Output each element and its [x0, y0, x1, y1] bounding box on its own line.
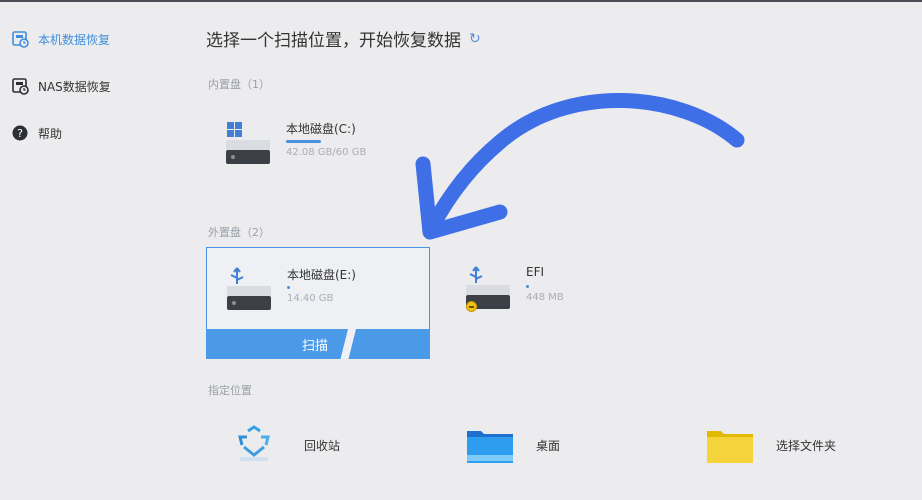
- main-panel: 选择一个扫描位置，开始恢复数据 ↻ 内置盘（1） 本地磁盘(C:) 42.08 …: [190, 2, 922, 500]
- warning-badge-icon: [466, 301, 477, 312]
- drive-name: 本地磁盘(E:): [287, 268, 356, 282]
- svg-text:?: ?: [17, 127, 23, 140]
- desktop-folder-icon: [466, 425, 516, 465]
- section-label-external: 外置盘（2）: [208, 226, 270, 239]
- location-desktop[interactable]: 桌面: [466, 422, 560, 468]
- recycle-bin-icon: [234, 425, 284, 465]
- usb-drive-icon: [227, 264, 271, 310]
- drive-usage-bar: [287, 286, 337, 289]
- drive-efi[interactable]: EFI 448 MB: [446, 247, 670, 331]
- location-recycle-bin[interactable]: 回收站: [234, 422, 340, 468]
- drive-size: 42.08 GB/60 GB: [286, 147, 367, 158]
- usb-drive-icon: [466, 263, 510, 312]
- page-title: 选择一个扫描位置，开始恢复数据 ↻: [206, 30, 481, 52]
- sidebar-item-help[interactable]: ? 帮助: [12, 121, 62, 145]
- sidebar: 本机数据恢复 NAS数据恢复 ? 帮助: [0, 2, 190, 500]
- section-label-location: 指定位置: [208, 384, 252, 397]
- drive-usage-bar: [526, 285, 576, 288]
- folder-icon: [706, 425, 756, 465]
- drive-name: EFI: [526, 265, 545, 279]
- sidebar-item-nas-recovery[interactable]: NAS数据恢复: [12, 74, 111, 98]
- drive-size: 448 MB: [526, 292, 564, 303]
- scan-button[interactable]: 扫描: [206, 329, 430, 359]
- sidebar-item-label: NAS数据恢复: [38, 79, 111, 94]
- drive-size: 14.40 GB: [287, 293, 334, 304]
- section-label-internal: 内置盘（1）: [208, 78, 270, 91]
- drive-e[interactable]: 本地磁盘(E:) 14.40 GB 扫描: [206, 247, 430, 359]
- drive-usage-bar: [286, 140, 336, 143]
- location-name: 桌面: [536, 438, 561, 453]
- nas-recovery-icon: [12, 77, 29, 95]
- location-name: 选择文件夹: [776, 438, 837, 453]
- drive-name: 本地磁盘(C:): [286, 122, 356, 136]
- location-name: 回收站: [304, 438, 341, 453]
- windows-drive-icon: [226, 118, 270, 164]
- sidebar-item-label: 本机数据恢复: [38, 32, 111, 47]
- sidebar-item-local-recovery[interactable]: 本机数据恢复: [12, 27, 110, 51]
- sidebar-item-label: 帮助: [38, 126, 63, 141]
- location-choose-folder[interactable]: 选择文件夹: [706, 422, 836, 468]
- help-icon: ?: [12, 125, 29, 142]
- drive-c[interactable]: 本地磁盘(C:) 42.08 GB/60 GB: [206, 102, 430, 186]
- local-recovery-icon: [12, 30, 29, 48]
- refresh-icon[interactable]: ↻: [469, 31, 481, 47]
